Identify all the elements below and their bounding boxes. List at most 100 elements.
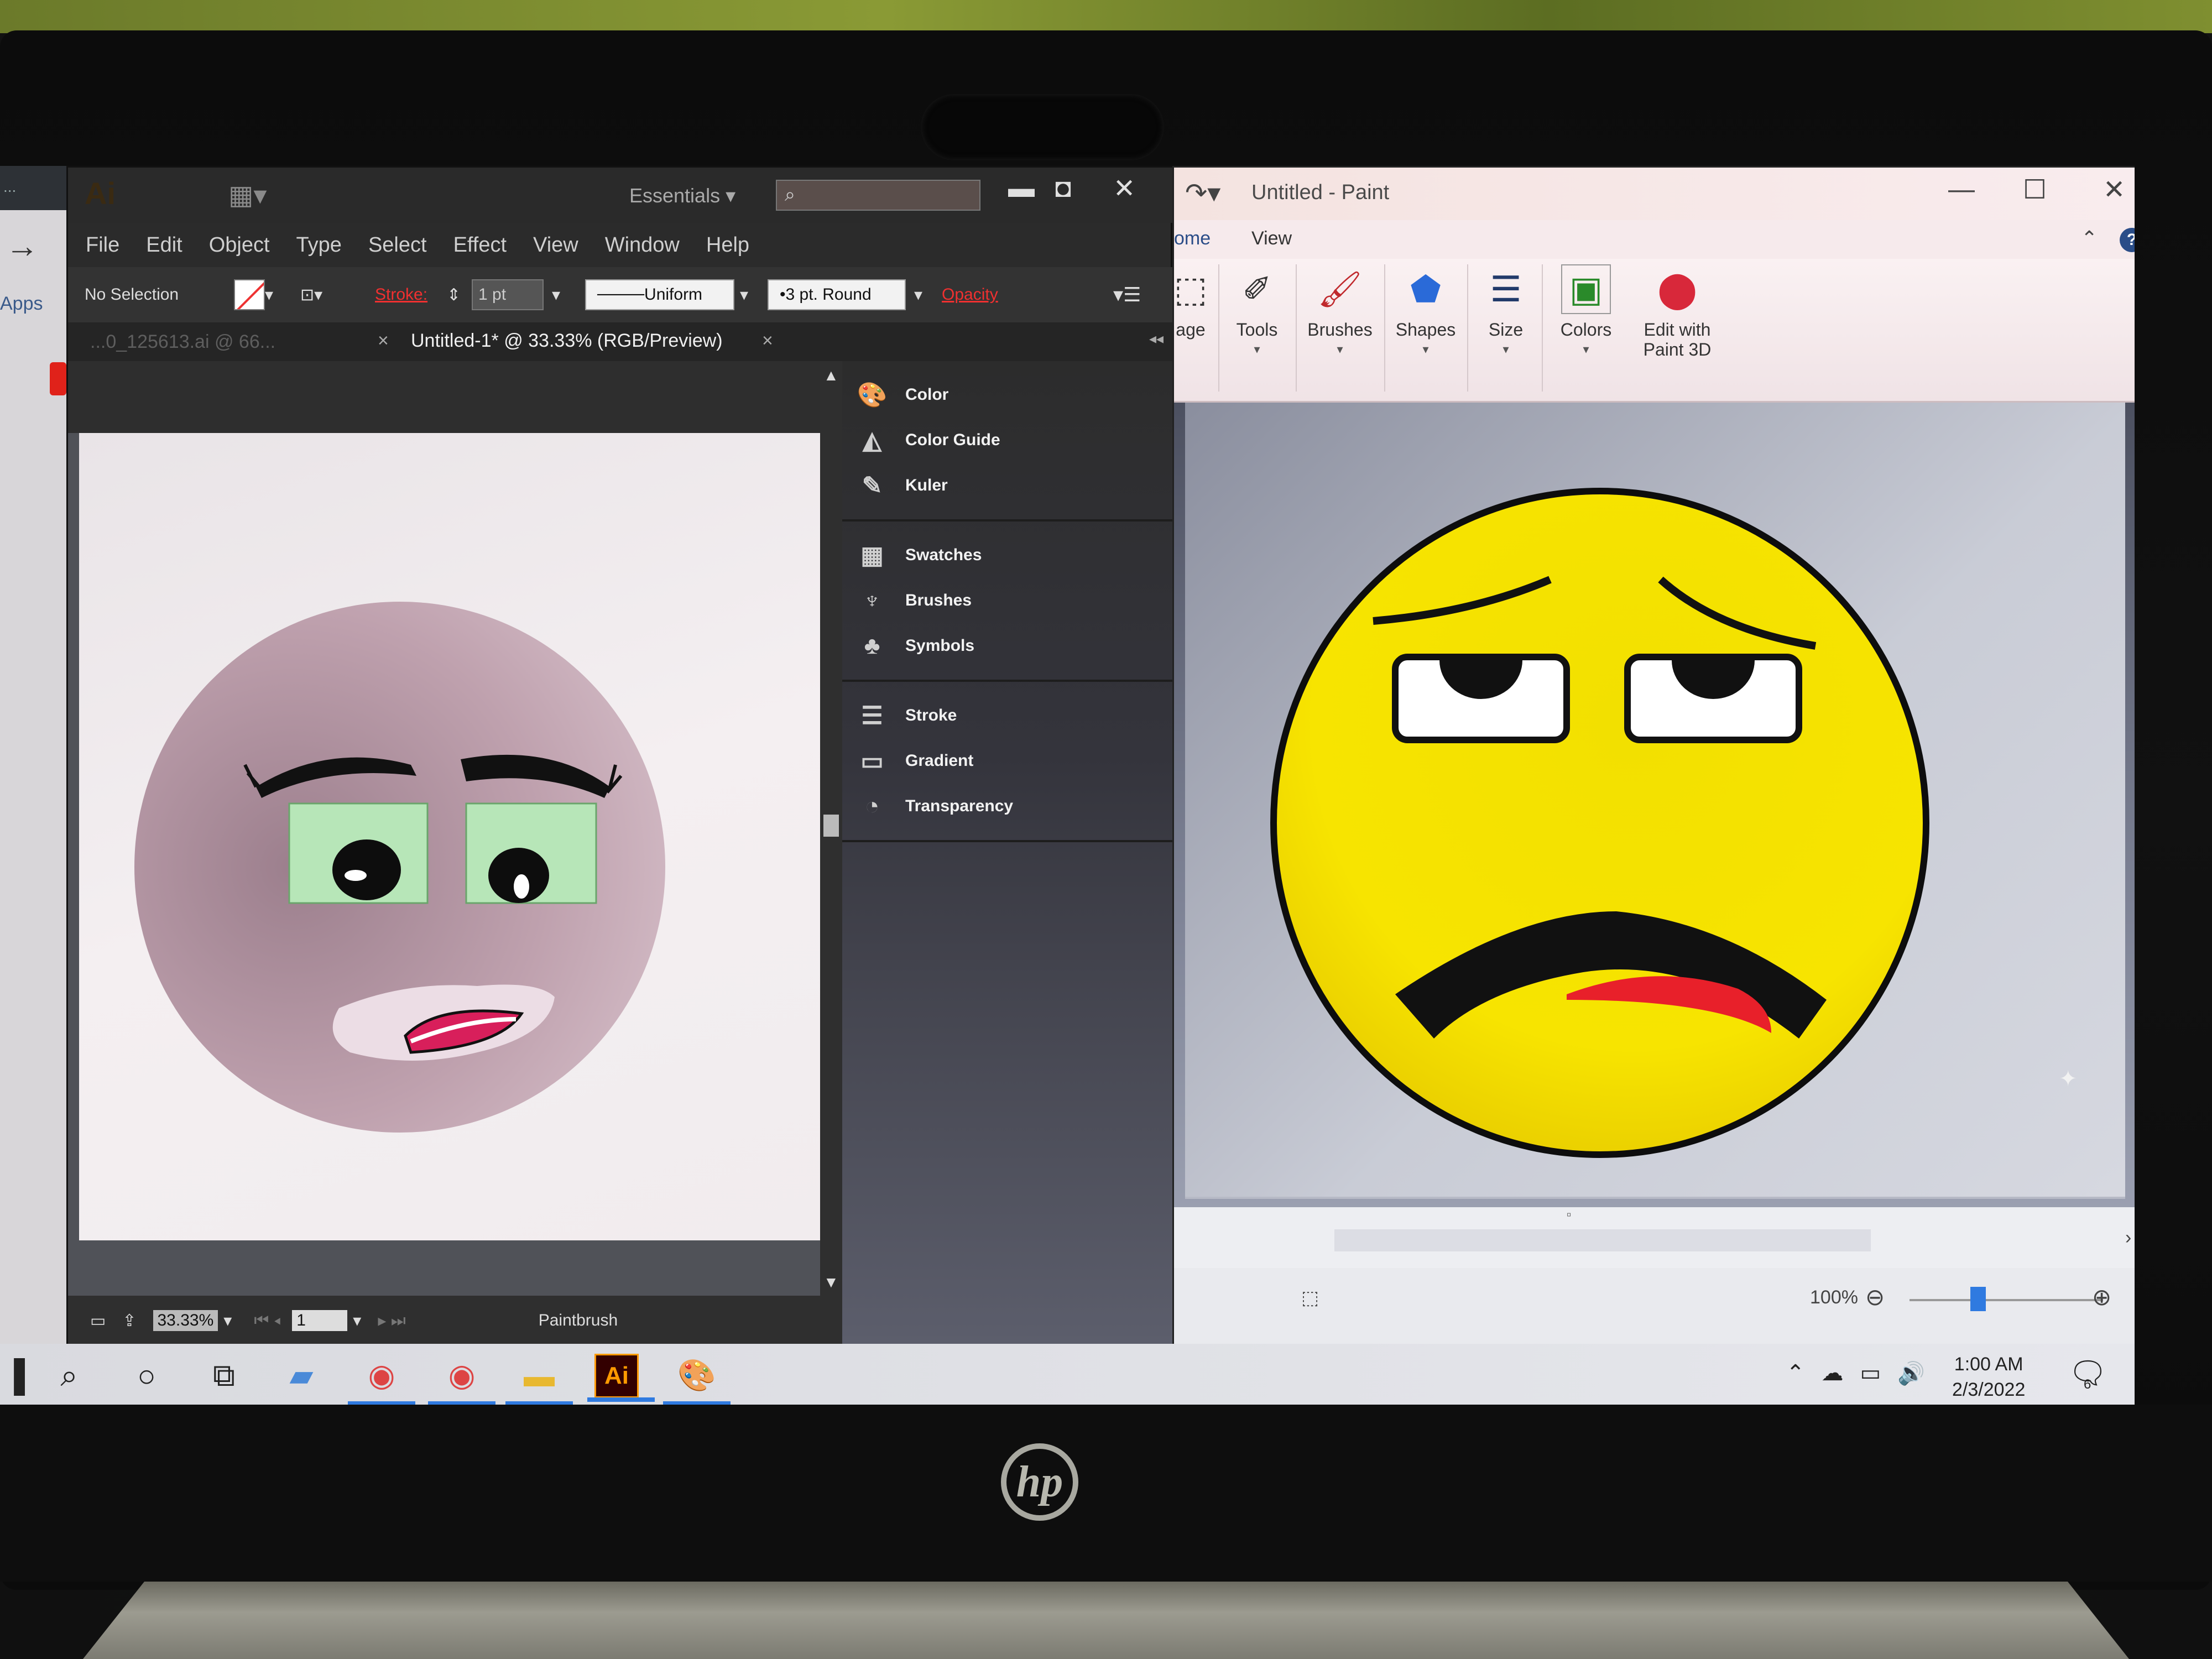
panel-stroke[interactable]: ☰ Stroke: [842, 693, 1174, 738]
minimize-icon[interactable]: —: [1948, 174, 1975, 205]
panel-color-guide[interactable]: ◭ Color Guide: [842, 418, 1174, 463]
scroll-right-icon[interactable]: ›: [2125, 1227, 2131, 1249]
artboard[interactable]: [79, 433, 820, 1240]
tools-label: Tools: [1236, 320, 1278, 340]
scroll-down-icon[interactable]: ▼: [823, 1274, 839, 1291]
next-artboard-icon[interactable]: ▸ ⏭: [378, 1311, 405, 1331]
panel-menu-icon[interactable]: ▾☰: [1113, 279, 1141, 310]
colors-button[interactable]: ▣ Colors ▾: [1550, 264, 1622, 397]
tray-chevron-icon[interactable]: ⌃: [1786, 1360, 1805, 1386]
menu-select[interactable]: Select: [368, 233, 427, 257]
close-tab-icon[interactable]: ×: [378, 330, 389, 352]
arrange-documents-icon[interactable]: ▦▾: [228, 180, 267, 211]
menu-window[interactable]: Window: [605, 233, 680, 257]
share-icon[interactable]: ⇪: [122, 1311, 136, 1331]
panel-swatches[interactable]: ▦ Swatches: [842, 533, 1174, 578]
menu-type[interactable]: Type: [296, 233, 342, 257]
horizontal-scrollbar[interactable]: ▫ ›: [1174, 1207, 2135, 1268]
illustrator-icon[interactable]: Ai: [587, 1354, 655, 1402]
profile-dropdown-icon[interactable]: ▾: [740, 279, 748, 310]
stroke-stepper-icon[interactable]: ⇕: [447, 279, 461, 310]
current-tool-status[interactable]: Paintbrush: [539, 1311, 618, 1330]
zoom-slider-thumb[interactable]: [1970, 1287, 1986, 1311]
zoom-out-icon[interactable]: ⊖: [1865, 1284, 1885, 1311]
panel-symbols[interactable]: ♣ Symbols: [842, 623, 1174, 669]
workspace-switcher[interactable]: Essentials ▾: [629, 184, 735, 207]
image-group[interactable]: ⬚ age: [1174, 264, 1207, 397]
file-explorer-icon[interactable]: ▬: [505, 1350, 573, 1405]
stroke-weight-dropdown-icon[interactable]: ▾: [552, 279, 560, 310]
tab-untitled-1[interactable]: Untitled-1* @ 33.33% (RGB/Preview): [411, 330, 723, 352]
collapse-panels-icon[interactable]: ◂◂: [1149, 330, 1164, 347]
maximize-icon[interactable]: ☐: [2023, 174, 2047, 205]
scroll-track[interactable]: [1334, 1229, 1871, 1251]
back-arrow-icon[interactable]: →: [6, 227, 39, 265]
resize-handle[interactable]: ▫: [1567, 1207, 1572, 1223]
zoom-in-icon[interactable]: ⊕: [2092, 1284, 2111, 1311]
brush-definition[interactable]: • 3 pt. Round: [768, 279, 906, 310]
search-field[interactable]: ⌕: [776, 180, 980, 211]
opacity-link[interactable]: Opacity: [942, 279, 998, 310]
variable-width-profile[interactable]: ──── Uniform: [585, 279, 734, 310]
background-wall: [0, 0, 2212, 33]
menu-edit[interactable]: Edit: [146, 233, 182, 257]
menu-view[interactable]: View: [533, 233, 578, 257]
start-icon[interactable]: ▌: [0, 1350, 50, 1400]
size-button[interactable]: ☰ Size ▾: [1473, 264, 1539, 397]
close-icon[interactable]: ✕: [2103, 174, 2125, 205]
artboard-number-field[interactable]: 1: [292, 1310, 348, 1331]
battery-icon[interactable]: ▭: [1860, 1360, 1881, 1386]
paint-icon[interactable]: 🎨: [663, 1350, 731, 1405]
onedrive-icon[interactable]: ☁: [1822, 1360, 1844, 1386]
edit-paint3d-button[interactable]: ⬤ Edit with Paint 3D: [1633, 264, 1721, 397]
tab-home[interactable]: ome: [1174, 228, 1211, 249]
zoom-dropdown-icon[interactable]: ▾: [223, 1311, 232, 1331]
stroke-weight-field[interactable]: 1 pt: [472, 279, 544, 310]
redo-icon[interactable]: ↷▾: [1185, 178, 1220, 208]
panel-gradient[interactable]: ▭ Gradient: [842, 738, 1174, 784]
panel-color[interactable]: 🎨 Color: [842, 372, 1174, 418]
zoom-field[interactable]: 33.33%: [153, 1310, 218, 1331]
cortana-icon[interactable]: ○: [122, 1350, 171, 1400]
stroke-link[interactable]: Stroke:: [375, 279, 427, 310]
menu-help[interactable]: Help: [706, 233, 749, 257]
fill-dropdown-icon[interactable]: ▾: [265, 285, 273, 305]
menu-effect[interactable]: Effect: [453, 233, 507, 257]
chrome-icon[interactable]: ◉: [348, 1350, 415, 1405]
fill-swatch[interactable]: [234, 279, 265, 310]
tab-other-document[interactable]: ...0_125613.ai @ 66...: [90, 331, 275, 353]
help-icon[interactable]: ?: [2120, 228, 2135, 252]
first-artboard-icon[interactable]: ⏮ ◂: [254, 1311, 281, 1330]
search-icon[interactable]: ⌕: [44, 1350, 94, 1400]
minimize-icon[interactable]: ▬: [1008, 173, 1035, 204]
task-view-icon[interactable]: ⧉: [199, 1350, 249, 1400]
scroll-thumb[interactable]: [823, 815, 839, 837]
close-icon[interactable]: ✕: [1113, 173, 1135, 204]
menu-file[interactable]: File: [86, 233, 119, 257]
canvas-area[interactable]: ✦: [1174, 403, 2135, 1207]
scroll-up-icon[interactable]: ▲: [823, 367, 839, 384]
brushes-button[interactable]: 🖌 Brushes ▾: [1301, 264, 1379, 397]
shapes-button[interactable]: ⬟ Shapes ▾: [1390, 264, 1462, 397]
panel-kuler[interactable]: ✎ Kuler: [842, 463, 1174, 508]
canvas-area[interactable]: [68, 361, 842, 1296]
volume-icon[interactable]: 🔊: [1897, 1360, 1925, 1386]
clock[interactable]: 1:00 AM 2/3/2022: [1952, 1352, 2025, 1402]
stroke-swatch-icon[interactable]: ⊡▾: [300, 279, 322, 310]
apps-link[interactable]: Apps: [0, 293, 43, 315]
chrome-profile-icon[interactable]: ◉: [428, 1350, 495, 1405]
app-icon[interactable]: ▰: [276, 1350, 326, 1400]
zoom-slider-track[interactable]: [1910, 1299, 2103, 1301]
panel-brushes[interactable]: ♆ Brushes: [842, 578, 1174, 623]
artboard-dropdown-icon[interactable]: ▾: [353, 1311, 361, 1331]
vertical-scrollbar[interactable]: ▲ ▼: [820, 361, 842, 1296]
maximize-icon[interactable]: ◘: [1055, 173, 1071, 204]
panel-transparency[interactable]: ◔ Transparency: [842, 784, 1174, 829]
close-active-tab-icon[interactable]: ×: [762, 330, 773, 352]
paint-canvas[interactable]: [1185, 403, 2125, 1199]
tab-view[interactable]: View: [1251, 228, 1292, 249]
menu-object[interactable]: Object: [209, 233, 270, 257]
tools-button[interactable]: ✐ Tools ▾: [1224, 264, 1290, 397]
collapse-ribbon-icon[interactable]: ⌃: [2081, 227, 2098, 250]
brush-dropdown-icon[interactable]: ▾: [914, 279, 922, 310]
